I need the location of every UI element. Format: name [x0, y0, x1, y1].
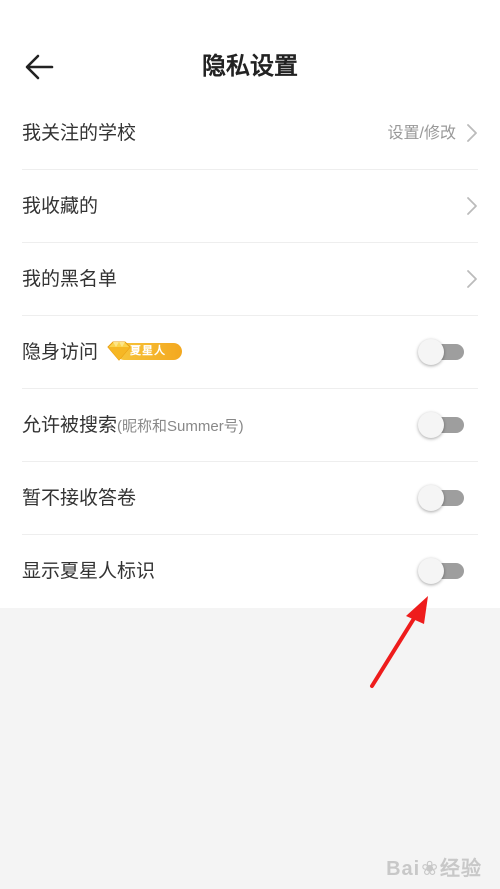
no-questionnaire-label: 暂不接收答卷	[22, 488, 137, 509]
settings-list: 我关注的学校 设置/修改 我收藏的 我的黑名单 隐身访问 夏星人 允许被搜索(昵…	[0, 97, 500, 608]
followed-school-value: 设置/修改	[387, 125, 456, 142]
row-followed-school[interactable]: 我关注的学校 设置/修改	[22, 97, 478, 170]
row-no-questionnaire: 暂不接收答卷	[22, 462, 478, 535]
allow-search-label-wrap: 允许被搜索(昵称和Summer号)	[22, 389, 244, 463]
watermark-text-right: 经验	[440, 858, 482, 880]
row-blacklist[interactable]: 我的黑名单	[22, 243, 478, 316]
toggle-knob	[418, 485, 444, 511]
invisible-visit-toggle[interactable]	[418, 339, 464, 365]
show-badge-toggle[interactable]	[418, 558, 464, 584]
row-invisible-visit: 隐身访问 夏星人	[22, 316, 478, 389]
page-title: 隐私设置	[202, 53, 298, 80]
invisible-visit-label-wrap: 隐身访问 夏星人	[22, 316, 184, 389]
row-allow-search: 允许被搜索(昵称和Summer号)	[22, 389, 478, 462]
vip-badge-text: 夏星人	[130, 344, 167, 357]
favorites-label: 我收藏的	[22, 196, 99, 217]
followed-school-label: 我关注的学校	[22, 123, 137, 144]
chevron-right-icon	[467, 124, 477, 142]
toggle-knob	[418, 339, 444, 365]
app-header: 隐私设置	[0, 0, 500, 97]
chevron-right-icon	[467, 270, 477, 288]
watermark-text-left: Bai	[386, 858, 421, 880]
toggle-knob	[418, 412, 444, 438]
red-arrow-annotation	[370, 596, 428, 688]
allow-search-sublabel: (昵称和Summer号)	[117, 418, 244, 435]
show-badge-label: 显示夏星人标识	[22, 561, 156, 582]
allow-search-toggle[interactable]	[418, 412, 464, 438]
row-favorites[interactable]: 我收藏的	[22, 170, 478, 243]
invisible-visit-label: 隐身访问	[22, 342, 99, 363]
chevron-right-icon	[467, 197, 477, 215]
blacklist-label: 我的黑名单	[22, 269, 118, 290]
toggle-knob	[418, 558, 444, 584]
vip-badge: 夏星人	[104, 340, 184, 362]
allow-search-label: 允许被搜索	[22, 415, 118, 436]
baidu-jingyan-watermark: Bai❀经验	[386, 852, 482, 881]
no-questionnaire-toggle[interactable]	[418, 485, 464, 511]
paw-icon: ❀	[421, 858, 439, 880]
